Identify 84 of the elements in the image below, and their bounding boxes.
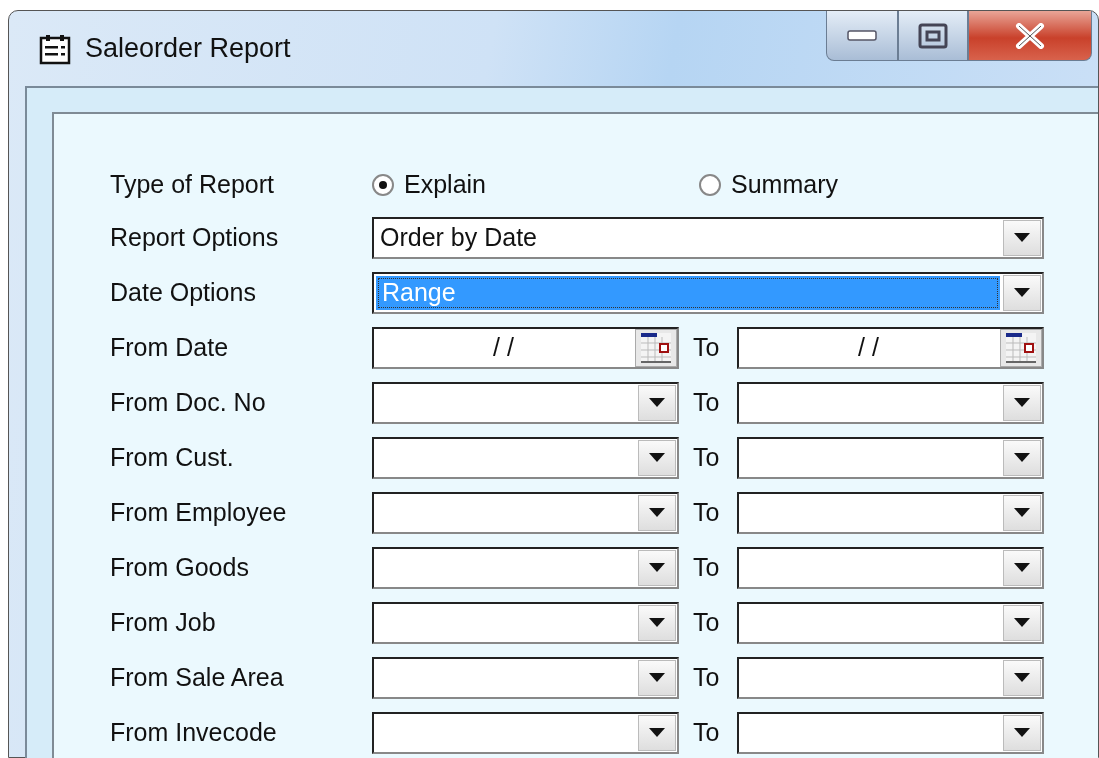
dropdown-field[interactable] [737, 436, 1044, 479]
caret-icon [649, 563, 665, 572]
to-label: To [692, 441, 721, 473]
caret-icon [649, 508, 665, 517]
dropdown-field[interactable] [737, 711, 1044, 754]
radio-dot[interactable] [699, 173, 721, 196]
caret-icon [1014, 563, 1030, 572]
caret-icon [1014, 673, 1030, 682]
caret-icon [649, 618, 665, 627]
dropdown-button[interactable] [638, 384, 676, 421]
dropdown-button[interactable] [638, 549, 676, 586]
to-label: To [692, 661, 721, 693]
to-label: To [692, 716, 721, 748]
caret-icon [1014, 233, 1030, 242]
to-label: To [692, 331, 721, 363]
to-label: To [692, 386, 721, 418]
dropdown-button[interactable] [638, 714, 676, 751]
date-field[interactable]: / / [737, 326, 1044, 369]
dropdown-field[interactable] [372, 601, 679, 644]
calendar-icon [1004, 330, 1038, 365]
dropdown-field[interactable] [737, 656, 1044, 699]
dropdown-field[interactable] [737, 546, 1044, 589]
to-label: To [692, 496, 721, 528]
dropdown-button[interactable] [1003, 714, 1041, 751]
radio-button[interactable]: Summary [699, 166, 838, 204]
field-label: From Goods [110, 551, 250, 583]
field-label: Date Options [110, 276, 257, 308]
maximize-icon [918, 22, 948, 49]
dropdown-field[interactable]: Order by Date [372, 216, 1044, 259]
close-icon [1015, 22, 1045, 49]
caret-icon [649, 728, 665, 737]
field-label: Type of Report [110, 169, 275, 200]
dropdown-button[interactable] [1003, 604, 1041, 641]
caret-icon [1014, 398, 1030, 407]
field-label: From Doc. No [110, 386, 267, 418]
caret-icon [1014, 288, 1030, 297]
dropdown-button[interactable] [1003, 549, 1041, 586]
dropdown-field[interactable] [737, 601, 1044, 644]
dropdown-field[interactable] [372, 711, 679, 754]
dropdown-button[interactable] [638, 604, 676, 641]
close-button[interactable] [968, 11, 1092, 61]
caret-icon [1014, 453, 1030, 462]
dropdown-button[interactable] [1003, 384, 1041, 421]
dropdown-field[interactable] [372, 546, 679, 589]
dropdown-button[interactable] [1003, 494, 1041, 531]
field-label: From Sale Area [110, 661, 285, 693]
calendar-icon [639, 330, 673, 365]
window-title: Saleorder Report [85, 32, 291, 66]
caret-icon [1014, 618, 1030, 627]
field-label: From Invecode [110, 716, 278, 748]
radio-dot[interactable] [372, 173, 394, 196]
dropdown-field[interactable] [737, 381, 1044, 424]
dropdown-field[interactable] [372, 381, 679, 424]
dropdown-button[interactable] [638, 494, 676, 531]
calendar-icon [39, 32, 71, 65]
caret-icon [649, 398, 665, 407]
dropdown-field[interactable] [372, 491, 679, 534]
dropdown-button[interactable] [1003, 274, 1041, 311]
caret-icon [649, 673, 665, 682]
dropdown-button[interactable] [638, 659, 676, 696]
dropdown-button[interactable] [1003, 659, 1041, 696]
dropdown-field[interactable] [737, 491, 1044, 534]
dropdown-field[interactable] [372, 436, 679, 479]
dropdown-field[interactable] [372, 656, 679, 699]
dropdown-button[interactable] [638, 439, 676, 476]
caret-icon [649, 453, 665, 462]
field-label: From Cust. [110, 441, 235, 473]
field-label: From Job [110, 606, 217, 638]
calendar-button[interactable] [1000, 328, 1042, 367]
minimize-icon [847, 29, 877, 42]
date-field[interactable]: / / [372, 326, 679, 369]
caret-icon [1014, 508, 1030, 517]
to-label: To [692, 551, 721, 583]
dropdown-button[interactable] [1003, 219, 1041, 256]
calendar-button[interactable] [635, 328, 677, 367]
minimize-button[interactable] [826, 11, 898, 61]
caret-icon [1014, 728, 1030, 737]
to-label: To [692, 606, 721, 638]
field-label: From Date [110, 331, 230, 363]
field-label: From Employee [110, 496, 288, 528]
maximize-button[interactable] [898, 11, 968, 61]
field-label: Report Options [110, 221, 280, 253]
radio-button[interactable]: Explain [372, 166, 486, 204]
dropdown-button[interactable] [1003, 439, 1041, 476]
